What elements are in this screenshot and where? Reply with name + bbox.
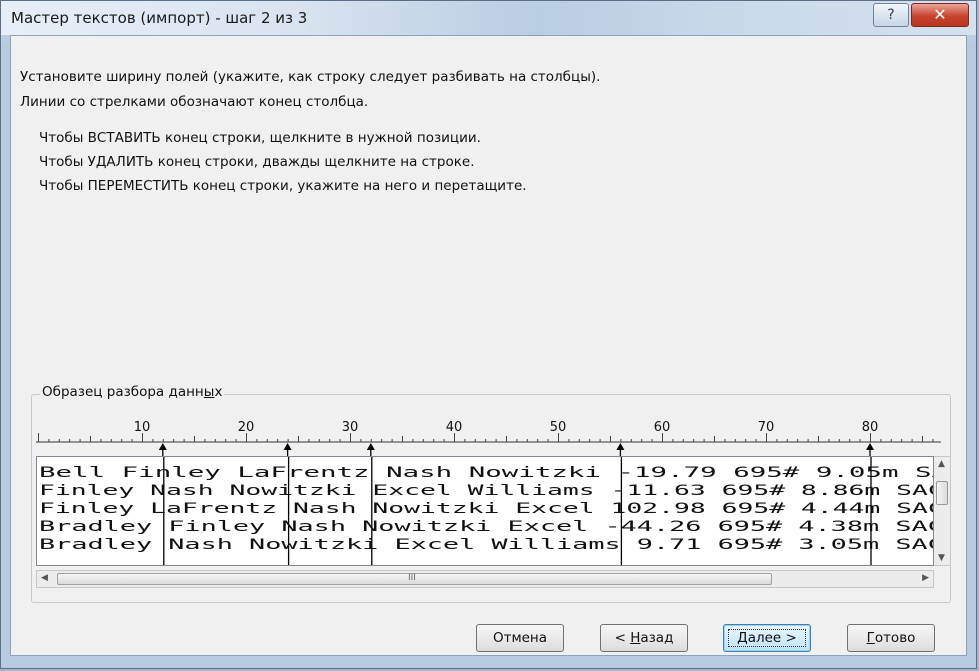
column-break-arrow-icon[interactable] bbox=[283, 443, 292, 450]
ruler-label: 30 bbox=[342, 420, 359, 435]
preview-row: Finley LaFrentz Nash Nowitzki Excel 102.… bbox=[39, 501, 933, 517]
cancel-button[interactable]: Отмена bbox=[476, 624, 564, 652]
data-preview-label: Образец разбора данных bbox=[40, 384, 225, 400]
ruler-label: 70 bbox=[758, 420, 775, 435]
ruler-label: 40 bbox=[446, 420, 463, 435]
scroll-left-icon[interactable]: ◀ bbox=[41, 573, 48, 583]
ruler-label: 10 bbox=[134, 420, 151, 435]
preview-grid: Bell Finley LaFrentz Nash Nowitzki -19.7… bbox=[39, 457, 933, 565]
scroll-grip: III bbox=[408, 573, 416, 583]
scroll-right-icon[interactable]: ▶ bbox=[922, 573, 929, 583]
column-break-arrow-icon[interactable] bbox=[158, 443, 167, 450]
dialog-client-area: Установите ширину полей (укажите, как ст… bbox=[10, 35, 967, 656]
close-button[interactable]: ✕ bbox=[911, 3, 969, 27]
finish-button[interactable]: Готово bbox=[847, 624, 935, 652]
instruction-move: Чтобы ПЕРЕМЕСТИТЬ конец строки, укажите … bbox=[39, 178, 527, 194]
window-title: Мастер текстов (импорт) - шаг 2 из 3 bbox=[11, 9, 308, 27]
column-break-arrow-icon[interactable] bbox=[366, 443, 375, 450]
ruler-label: 50 bbox=[550, 420, 567, 435]
back-button[interactable]: < Назад bbox=[600, 624, 688, 652]
preview-row: Bradley Nash Nowitzki Excel Williams 9.7… bbox=[39, 537, 933, 553]
preview-row: Bradley Finley Nash Nowitzki Excel -44.2… bbox=[39, 519, 933, 535]
vertical-scroll-thumb[interactable] bbox=[936, 481, 948, 505]
instruction-delete: Чтобы УДАЛИТЬ конец строки, дважды щелкн… bbox=[39, 154, 475, 170]
text-import-wizard-window: Мастер текстов (импорт) - шаг 2 из 3 ? ✕… bbox=[0, 0, 977, 669]
next-button[interactable]: Далее > bbox=[723, 624, 811, 652]
column-break-arrow-icon[interactable] bbox=[866, 443, 874, 450]
vertical-scrollbar[interactable]: ▲ ▼ bbox=[934, 456, 951, 566]
help-button[interactable]: ? bbox=[873, 3, 909, 27]
ruler-label: 20 bbox=[238, 420, 255, 435]
instruction-line-1: Установите ширину полей (укажите, как ст… bbox=[20, 69, 601, 85]
ruler-label: 60 bbox=[654, 420, 671, 435]
scroll-down-icon[interactable]: ▼ bbox=[938, 553, 945, 563]
ruler-label: 80 bbox=[862, 420, 879, 435]
horizontal-scrollbar[interactable]: ◀ III ▶ bbox=[36, 570, 934, 588]
instruction-line-2: Линии со стрелками обозначают конец стол… bbox=[20, 94, 369, 110]
instruction-insert: Чтобы ВСТАВИТЬ конец строки, щелкните в … bbox=[39, 130, 481, 146]
column-ruler[interactable]: 10 20 30 40 50 60 70 80 bbox=[36, 408, 941, 458]
horizontal-scroll-thumb[interactable]: III bbox=[57, 573, 772, 585]
scroll-up-icon[interactable]: ▲ bbox=[938, 459, 945, 469]
title-bar: Мастер текстов (импорт) - шаг 2 из 3 ? ✕ bbox=[1, 1, 976, 35]
preview-row: Finley Nash Nowitzki Excel Williams -11.… bbox=[39, 483, 933, 499]
preview-row: Bell Finley LaFrentz Nash Nowitzki -19.7… bbox=[39, 465, 933, 481]
data-preview-area[interactable]: Bell Finley LaFrentz Nash Nowitzki -19.7… bbox=[36, 456, 934, 566]
column-break-arrow-icon[interactable] bbox=[616, 443, 625, 450]
